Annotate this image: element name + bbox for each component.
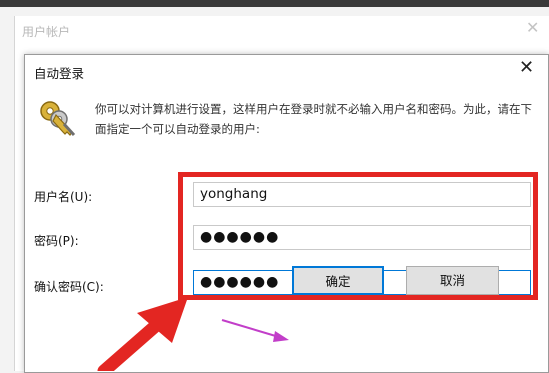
red-arrow [97, 297, 188, 371]
purple-arrow [221, 319, 289, 342]
annotation-overlay [97, 297, 289, 371]
